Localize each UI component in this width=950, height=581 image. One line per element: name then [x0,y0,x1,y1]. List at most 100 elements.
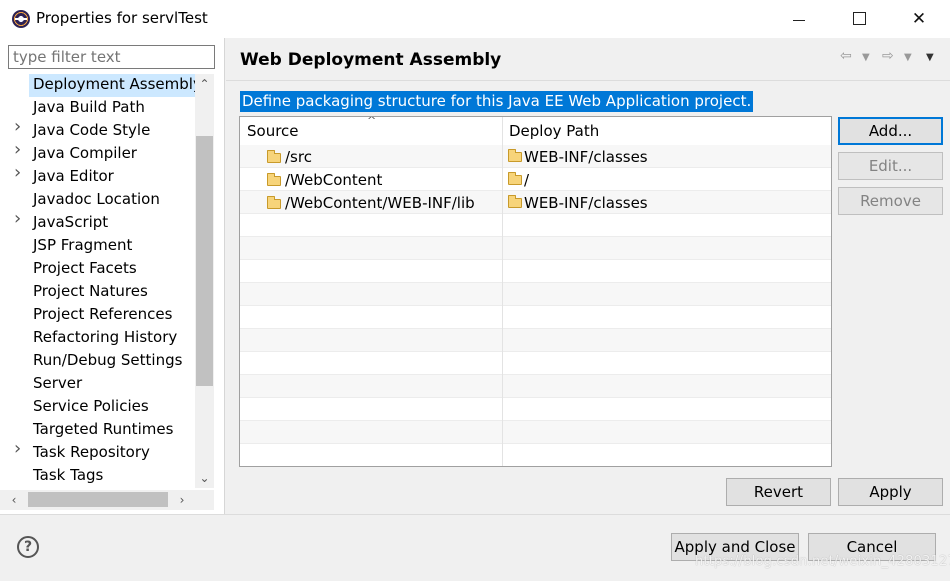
table-row[interactable] [240,421,831,444]
tree-item-label: Refactoring History [33,328,178,346]
tree-item[interactable]: Task Tags [0,465,195,488]
view-menu-icon[interactable]: ▼ [926,52,934,63]
tree-item[interactable]: › Java Editor [0,164,195,189]
tree-item[interactable]: Project Facets [0,258,195,281]
add-button[interactable]: Add... [838,117,943,145]
tree-item[interactable]: › JavaScript [0,210,195,235]
expand-chevron-icon[interactable]: › [14,164,28,182]
page-description: Define packaging structure for this Java… [240,91,754,112]
remove-button[interactable]: Remove [838,187,943,215]
tree-item-label: Run/Debug Settings [33,351,183,369]
table-row[interactable]: /WebContent/WEB-INF/lib WEB-INF/classes [240,191,831,214]
table-row[interactable] [240,375,831,398]
tree-item-label: Project References [33,305,173,323]
forward-arrow-icon[interactable]: ⇨ [882,48,894,64]
expand-chevron-icon[interactable]: › [14,118,28,136]
folder-icon [508,195,522,208]
title-separator [226,80,950,81]
tree-item[interactable]: Refactoring History [0,327,195,350]
eclipse-icon [12,10,30,28]
chevron-right-icon[interactable]: › [172,490,192,510]
tree-item[interactable]: Targeted Runtimes [0,419,195,442]
table-row[interactable] [240,283,831,306]
folder-icon [267,196,281,209]
back-dropdown-icon[interactable]: ▼ [862,52,870,63]
table-row[interactable] [240,237,831,260]
tree-item[interactable]: Javadoc Location [0,189,195,212]
tree-item[interactable]: Project Natures [0,281,195,304]
chevron-up-icon[interactable]: ⌃ [195,74,214,94]
tree-item[interactable]: Run/Debug Settings [0,350,195,373]
tree-vertical-scrollbar[interactable]: ⌃ ⌄ [195,74,214,488]
scroll-thumb[interactable] [196,136,213,386]
table-row[interactable] [240,306,831,329]
tree-item-label: Java Editor [33,167,114,185]
tree-item[interactable]: › Task Repository [0,440,195,465]
watermark: https://blog.csdn.net/weixin_42803127 [695,554,950,569]
left-navigation-panel: Deployment Assembly Java Build Path › Java … [0,38,225,514]
apply-button[interactable]: Apply [838,478,943,506]
minimize-button[interactable] [776,4,822,34]
table-row[interactable] [240,398,831,421]
page-title: Web Deployment Assembly [240,50,502,70]
source-cell: /WebContent [285,171,383,189]
table-row[interactable]: /WebContent / [240,168,831,191]
chevron-left-icon[interactable]: ‹ [4,490,24,510]
forward-dropdown-icon[interactable]: ▼ [904,52,912,63]
folder-icon [508,172,522,185]
filter-input[interactable] [8,45,215,69]
tree-item-label: Task Tags [33,466,104,484]
tree-item-label: Targeted Runtimes [33,420,174,438]
deployment-table[interactable]: Source ^ Deploy Path /src WEB-INF/classes… [239,116,832,467]
chevron-down-icon[interactable]: ⌄ [195,468,214,488]
folder-icon [267,150,281,163]
deploy-path-cell: / [524,171,530,189]
maximize-button[interactable] [836,4,882,34]
source-cell: /src [285,148,312,166]
expand-chevron-icon[interactable]: › [14,440,28,458]
tree-item-label: JavaScript [33,213,109,231]
tree-item-label: Server [33,374,83,392]
property-tree: Deployment Assembly Java Build Path › Java … [0,74,195,488]
tree-horizontal-scrollbar[interactable]: ‹ › [0,490,214,510]
back-arrow-icon[interactable]: ⇦ [840,48,852,64]
tree-item[interactable]: Java Build Path [0,97,195,120]
expand-chevron-icon[interactable]: › [14,141,28,159]
table-row[interactable] [240,352,831,375]
tree-item[interactable]: › Java Compiler [0,141,195,166]
scroll-thumb[interactable] [28,492,168,507]
column-header-source[interactable]: Source [247,122,299,140]
table-row[interactable] [240,329,831,352]
tree-item[interactable]: › Java Code Style [0,118,195,143]
table-row[interactable] [240,260,831,283]
table-row[interactable] [240,214,831,237]
revert-button[interactable]: Revert [726,478,831,506]
tree-item-label: Javadoc Location [33,190,160,208]
tree-item-label: Service Policies [33,397,149,415]
tree-item[interactable]: Service Policies [0,396,195,419]
close-button[interactable]: ✕ [896,4,942,34]
tree-item-label: Project Facets [33,259,137,277]
column-header-deploy-path[interactable]: Deploy Path [509,122,599,140]
tree-item[interactable]: JSP Fragment [0,235,195,258]
column-separator [502,117,503,466]
tree-item-label: Java Compiler [33,144,137,162]
title-bar: Properties for servlTest ✕ [0,0,950,38]
source-cell: /WebContent/WEB-INF/lib [285,194,475,212]
tree-item[interactable]: Deployment Assembly [0,74,195,97]
tree-item-label: JSP Fragment [33,236,133,254]
table-row[interactable]: /src WEB-INF/classes [240,145,831,168]
footer-separator [0,514,950,515]
folder-icon [267,173,281,186]
deploy-path-cell: WEB-INF/classes [524,148,648,166]
tree-item[interactable]: Server [0,373,195,396]
history-navigation: ⇦ ▼ ⇨ ▼ ▼ [840,48,950,68]
tree-item-label: Project Natures [33,282,148,300]
table-row[interactable] [240,444,831,466]
help-icon[interactable]: ? [17,536,39,558]
tree-item[interactable]: Project References [0,304,195,327]
edit-button[interactable]: Edit... [838,152,943,180]
expand-chevron-icon[interactable]: › [14,210,28,228]
tree-item-label: Deployment Assembly [33,75,195,93]
table-header: Source ^ Deploy Path [240,117,831,145]
